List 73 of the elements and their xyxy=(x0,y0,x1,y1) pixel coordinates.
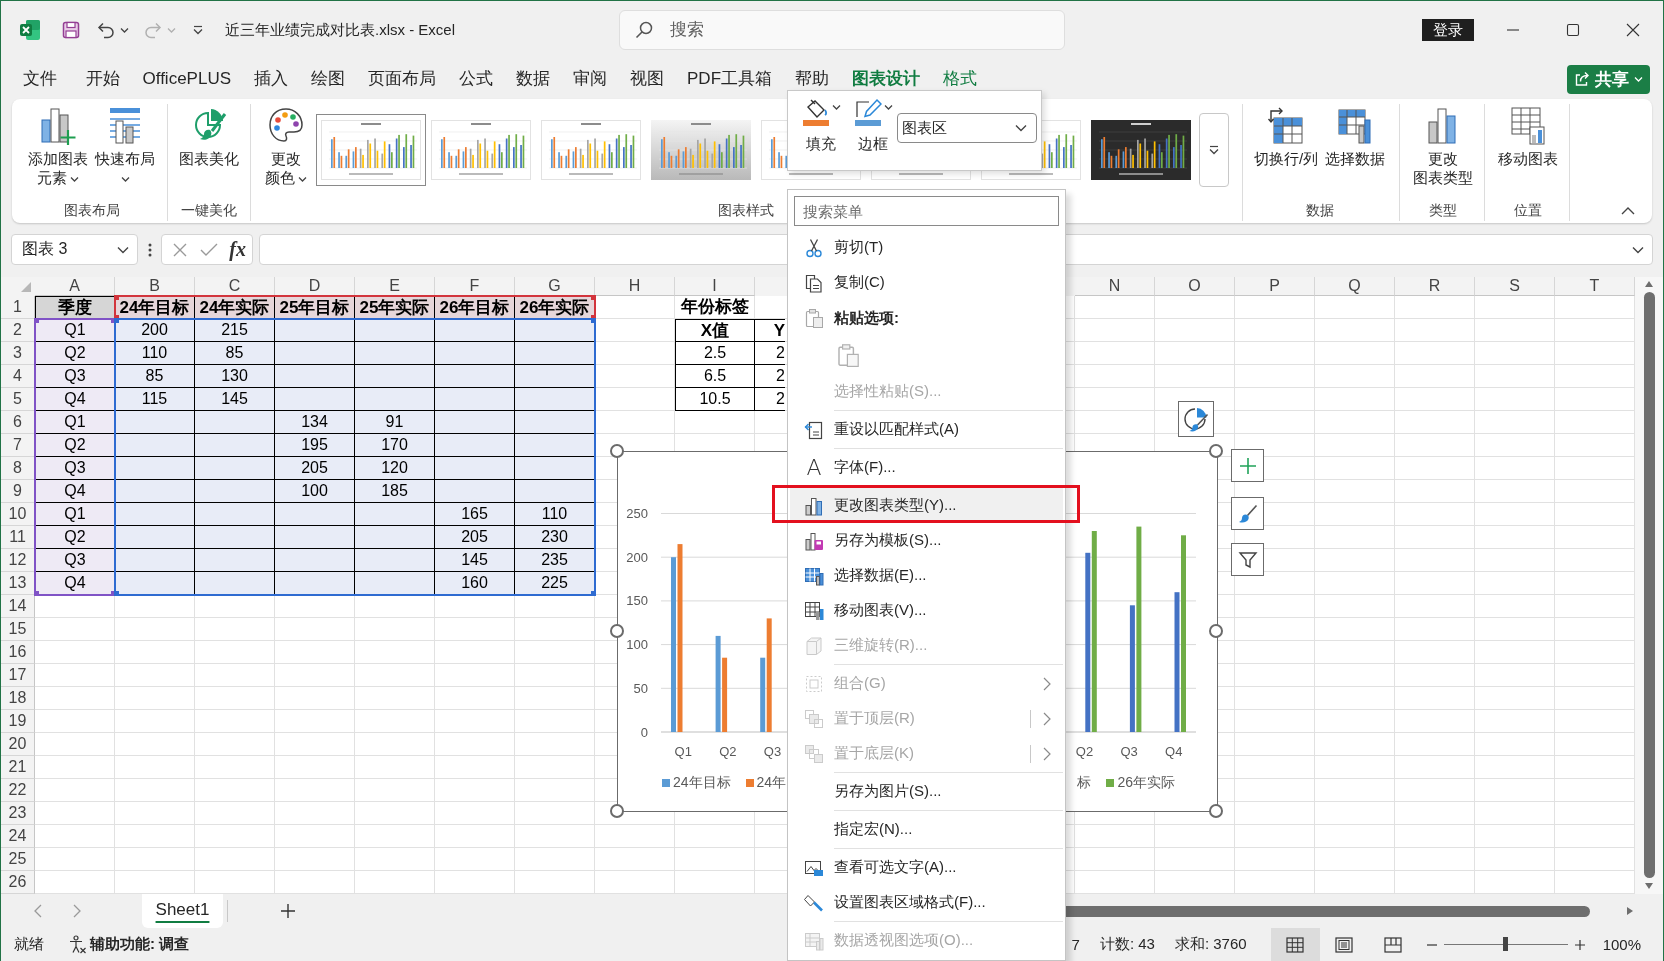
table-cell: 110 xyxy=(515,503,595,526)
table-cell: 100 xyxy=(275,480,355,503)
table-cell: 85 xyxy=(195,342,275,365)
table-cell: 2 xyxy=(755,342,785,365)
table-cell: 145 xyxy=(195,388,275,411)
group-label: 数据 xyxy=(1305,201,1334,220)
table-cell: 2 xyxy=(755,365,785,388)
group-label: 图表样式 xyxy=(718,201,774,220)
table-title: 年份标签 xyxy=(680,296,750,318)
table-header-cell: Y xyxy=(755,319,785,342)
table-cell: 205 xyxy=(275,457,355,480)
table-cell: 215 xyxy=(195,319,275,342)
table-cell: 134 xyxy=(275,411,355,434)
table-cell: Q2 xyxy=(35,434,115,457)
table-cell: 110 xyxy=(115,342,195,365)
axis-label: 100 xyxy=(626,637,648,653)
table-cell: Q4 xyxy=(35,480,115,503)
legend-label: 24年目标 xyxy=(673,774,731,792)
table-cell: Q3 xyxy=(35,457,115,480)
table-cell: Q3 xyxy=(35,365,115,388)
table-cell: 165 xyxy=(435,503,515,526)
axis-label: 150 xyxy=(626,593,648,609)
axis-label: Q4 xyxy=(1165,744,1183,759)
zoom-level: 100% xyxy=(1602,936,1641,953)
group-label: 一键美化 xyxy=(181,201,237,220)
status-text: 计数: 43 xyxy=(1099,935,1155,954)
table-cell: 230 xyxy=(515,526,595,549)
table-cell: 10.5 xyxy=(675,388,755,411)
table-cell: 120 xyxy=(355,457,435,480)
status-text: 求和: 3760 xyxy=(1174,935,1247,954)
table-cell: 170 xyxy=(355,434,435,457)
axis-label: 200 xyxy=(626,549,648,565)
table-cell: 205 xyxy=(435,526,515,549)
axis-label: 0 xyxy=(640,724,648,740)
window-title: 近三年业绩完成对比表.xlsx - Excel xyxy=(225,20,455,40)
group-label: 位置 xyxy=(1514,201,1543,220)
menu-heading: 粘贴选项: xyxy=(834,308,899,328)
axis-label: Q1 xyxy=(674,744,692,759)
legend-label: 24年 xyxy=(756,774,787,792)
table-cell: Q1 xyxy=(35,503,115,526)
table-cell: 2 xyxy=(755,388,785,411)
table-cell: 130 xyxy=(195,365,275,388)
table-header-cell: 季度 xyxy=(35,296,115,319)
axis-label: Q3 xyxy=(1120,744,1138,759)
table-cell: Q2 xyxy=(35,526,115,549)
table-cell: 2.5 xyxy=(675,342,755,365)
group-label: 图表布局 xyxy=(63,201,120,220)
font-icon: A xyxy=(804,455,824,480)
table-cell: 195 xyxy=(275,434,355,457)
table-cell: 225 xyxy=(515,572,595,595)
axis-label: Q3 xyxy=(763,744,782,759)
axis-label: Q2 xyxy=(719,744,737,759)
table-header-cell: X值 xyxy=(675,319,755,342)
legend-label: 26年实际 xyxy=(1117,774,1175,792)
axis-label: Q2 xyxy=(1075,744,1094,759)
table-cell: 6.5 xyxy=(675,365,755,388)
status-text: 就绪 xyxy=(14,935,44,954)
table-cell: 91 xyxy=(355,411,435,434)
axis-label: 50 xyxy=(633,680,648,696)
table-cell: 185 xyxy=(355,480,435,503)
table-cell: 115 xyxy=(115,388,195,411)
table-cell: Q3 xyxy=(35,549,115,572)
table-cell: 235 xyxy=(515,549,595,572)
table-cell: Q1 xyxy=(35,411,115,434)
status-text: 7 xyxy=(1071,936,1080,953)
group-label: 类型 xyxy=(1429,201,1458,220)
table-cell: 85 xyxy=(115,365,195,388)
table-cell: 145 xyxy=(435,549,515,572)
legend-label: 标 xyxy=(1077,774,1092,792)
table-cell: Q4 xyxy=(35,388,115,411)
axis-label: 250 xyxy=(626,506,648,521)
table-cell: Q2 xyxy=(35,342,115,365)
table-cell: 160 xyxy=(435,572,515,595)
